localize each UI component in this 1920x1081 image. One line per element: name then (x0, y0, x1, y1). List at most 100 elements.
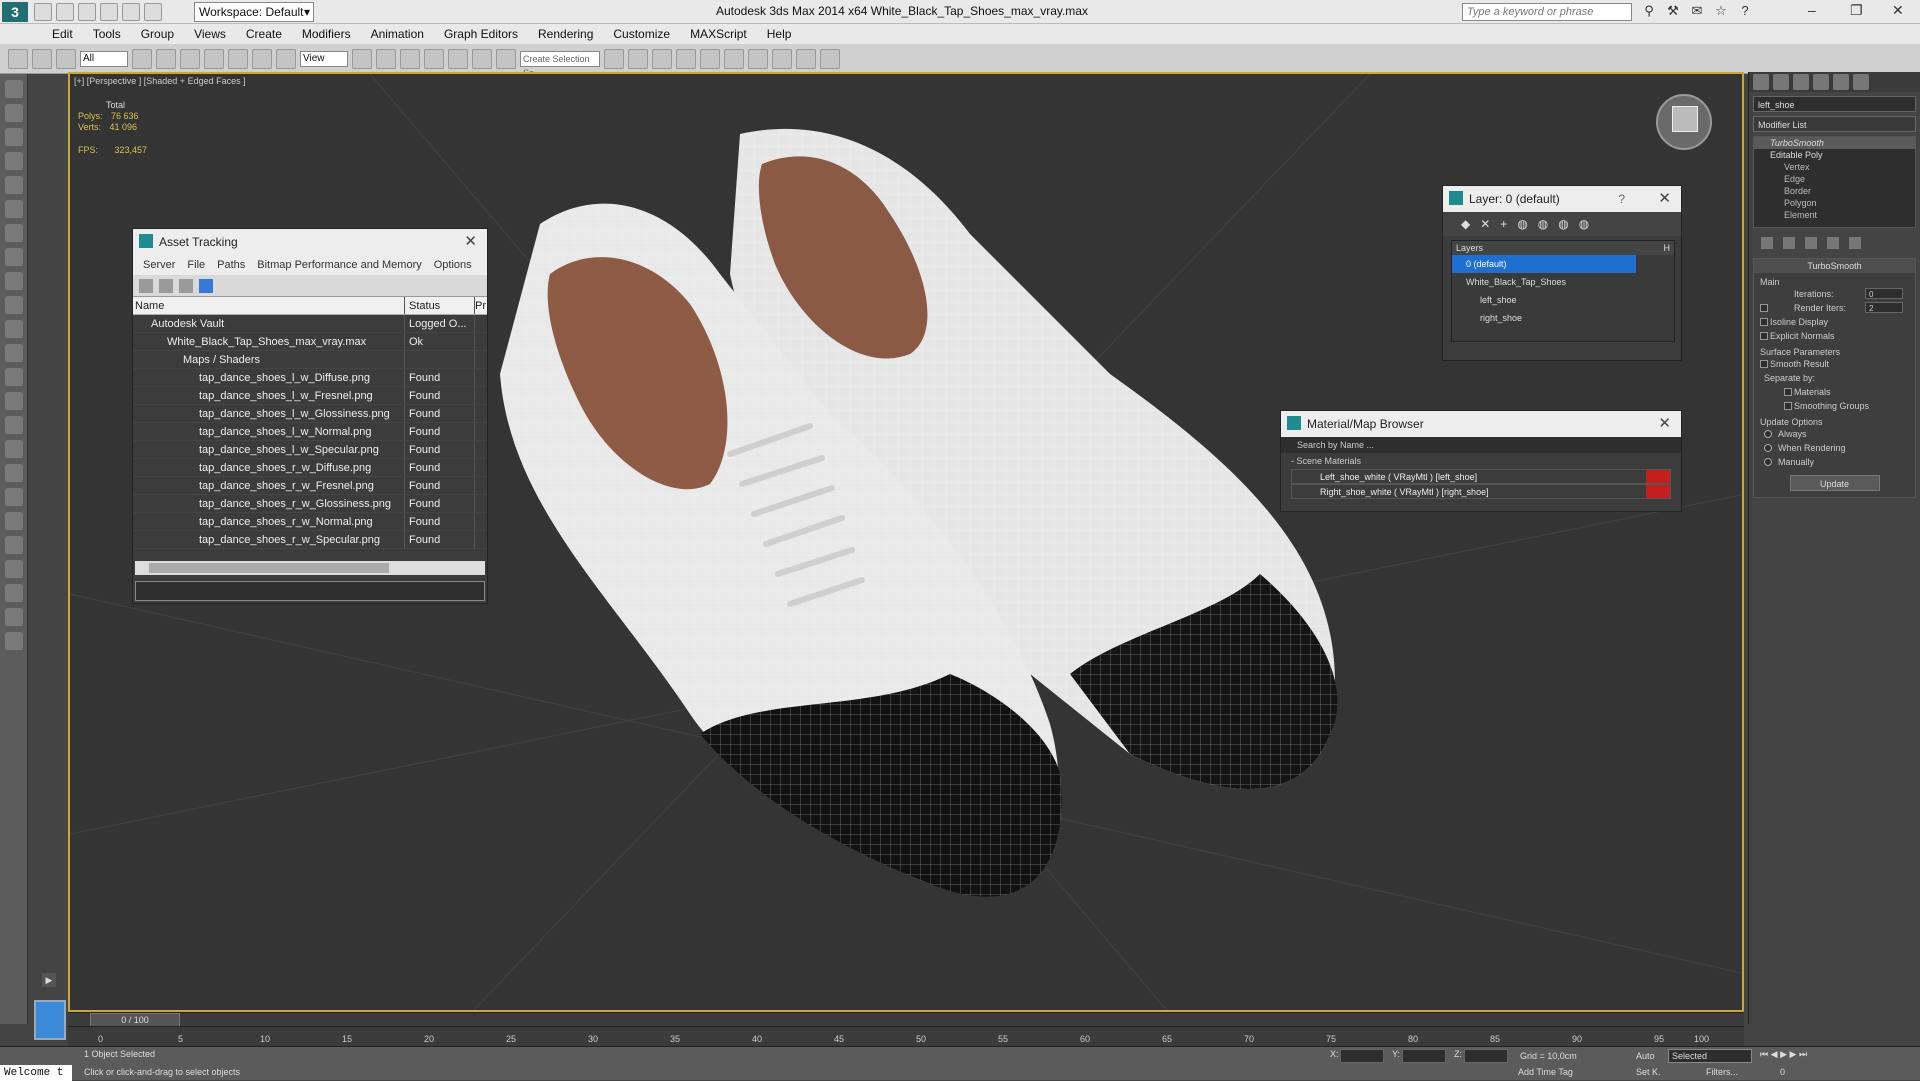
scene-materials-group[interactable]: - Scene Materials (1281, 453, 1681, 469)
helper-icon[interactable] (4, 200, 23, 218)
reference-coordinate-dropdown[interactable]: View (300, 50, 348, 67)
always-radio[interactable] (1764, 430, 1772, 438)
maxscript-listener[interactable]: Welcome t (0, 1065, 72, 1081)
menu-maxscript[interactable]: MAXScript (680, 24, 757, 44)
asset-tracking-close-icon[interactable]: ✕ (464, 229, 477, 255)
utilities-tab-icon[interactable] (1853, 74, 1869, 90)
table-row[interactable]: tap_dance_shoes_l_w_Diffuse.png Found (133, 369, 487, 387)
project-folder-icon[interactable] (144, 3, 162, 21)
bind-space-warp-icon[interactable] (56, 48, 76, 69)
table-row[interactable]: tap_dance_shoes_r_w_Fresnel.png Found (133, 477, 487, 495)
time-slider[interactable]: 0 / 100 (68, 1012, 1744, 1027)
teapot-icon[interactable] (4, 392, 23, 410)
materials-checkbox[interactable] (1784, 388, 1792, 396)
box-icon[interactable] (4, 272, 23, 290)
when-rendering-row[interactable]: When Rendering (1754, 441, 1915, 455)
menu-tools[interactable]: Tools (83, 24, 131, 44)
subscription-icon[interactable]: ⚒ (1664, 3, 1682, 21)
render-iters-checkbox[interactable] (1760, 304, 1768, 312)
undo-icon[interactable] (100, 3, 118, 21)
material-item[interactable]: Left_shoe_white ( VRayMtl ) [left_shoe] (1291, 469, 1671, 484)
move-icon[interactable] (228, 48, 248, 69)
modify-tab-icon[interactable] (1773, 74, 1789, 90)
at-menu-server[interactable]: Server (137, 255, 181, 275)
material-editor-icon[interactable] (748, 48, 768, 69)
object-name-field[interactable]: left_shoe (1753, 96, 1916, 112)
scale-icon[interactable] (276, 48, 296, 69)
table-row[interactable]: Maps / Shaders (133, 351, 487, 369)
favorites-icon[interactable]: ☆ (1712, 3, 1730, 21)
x-coordinate-field[interactable] (1340, 1049, 1384, 1063)
cylinder-icon[interactable] (4, 320, 23, 338)
align-icon[interactable] (628, 48, 648, 69)
manipulate-icon[interactable] (376, 48, 396, 69)
hide-all-icon[interactable]: ◍ (1558, 217, 1568, 231)
next-frame-icon[interactable]: ▶ (1790, 1049, 1797, 1059)
table-row[interactable]: Autodesk Vault Logged O... (133, 315, 487, 333)
table-row[interactable]: White_Black_Tap_Shoes_max_vray.max Ok (133, 333, 487, 351)
make-unique-icon[interactable] (1805, 237, 1817, 249)
modifier-icon[interactable] (4, 128, 23, 146)
unlink-icon[interactable] (32, 48, 52, 69)
select-in-layer-icon[interactable]: ◍ (1517, 217, 1527, 231)
help-icon[interactable]: ? (1736, 3, 1754, 21)
tree-icon[interactable] (4, 512, 23, 530)
globe-icon[interactable] (4, 488, 23, 506)
close-button[interactable]: ✕ (1892, 2, 1904, 19)
motion-tab-icon[interactable] (1813, 74, 1829, 90)
viewcube[interactable] (1656, 94, 1712, 150)
table-row[interactable]: tap_dance_shoes_r_w_Specular.png Found (133, 531, 487, 549)
isoline-row[interactable]: Isoline Display (1754, 315, 1915, 329)
mirror-icon[interactable] (604, 48, 624, 69)
table-row[interactable]: tap_dance_shoes_l_w_Normal.png Found (133, 423, 487, 441)
question-icon[interactable] (4, 632, 23, 650)
pivot-icon[interactable] (352, 48, 372, 69)
new-file-icon[interactable] (34, 3, 52, 21)
smoothing-groups-row[interactable]: Smoothing Groups (1754, 399, 1915, 413)
track-bar[interactable]: 0 5 10 15 20 25 30 35 40 45 50 55 60 65 … (68, 1026, 1744, 1046)
geometry-icon[interactable] (4, 248, 23, 266)
render-setup-icon[interactable] (772, 48, 792, 69)
selection-filter-dropdown[interactable]: All (80, 50, 128, 67)
isoline-checkbox[interactable] (1760, 318, 1768, 326)
stack-item[interactable]: Vertex (1754, 161, 1915, 173)
menu-modifiers[interactable]: Modifiers (292, 24, 361, 44)
hierarchy-icon[interactable] (4, 152, 23, 170)
explicit-normals-checkbox[interactable] (1760, 332, 1768, 340)
smooth-result-checkbox[interactable] (1760, 360, 1768, 368)
stack-item[interactable]: Element (1754, 209, 1915, 221)
minimize-button[interactable]: – (1808, 2, 1816, 18)
materials-row[interactable]: Materials (1754, 385, 1915, 399)
layer-manager-icon[interactable] (652, 48, 672, 69)
save-icon[interactable] (78, 3, 96, 21)
explorer-icon[interactable] (4, 104, 23, 122)
manually-row[interactable]: Manually (1754, 455, 1915, 469)
time-slider-thumb[interactable]: 0 / 100 (90, 1013, 180, 1027)
current-frame-field[interactable]: 0 (1780, 1067, 1785, 1077)
light-icon[interactable] (4, 176, 23, 194)
render-iters-spinner[interactable]: 2 (1865, 302, 1903, 313)
set-key-button[interactable]: Set K. (1636, 1067, 1661, 1077)
smoothing-groups-checkbox[interactable] (1784, 402, 1792, 410)
rendered-frame-window-icon[interactable] (796, 48, 816, 69)
remove-modifier-icon[interactable] (1827, 237, 1839, 249)
list-view-icon[interactable] (159, 278, 173, 293)
refresh-icon[interactable] (139, 278, 153, 293)
stack-item[interactable]: Editable Poly (1754, 149, 1915, 161)
goto-start-icon[interactable]: ⏮ (1760, 1049, 1768, 1059)
col-name[interactable]: Name (133, 297, 405, 314)
update-button[interactable]: Update (1789, 475, 1880, 491)
redo-icon[interactable] (122, 3, 140, 21)
when-rendering-radio[interactable] (1764, 444, 1772, 452)
material-browser-close-icon[interactable]: ✕ (1658, 411, 1671, 437)
schematic-view-icon[interactable] (724, 48, 744, 69)
bones-icon[interactable] (4, 536, 23, 554)
delete-layer-icon[interactable]: ✕ (1480, 217, 1490, 231)
binoculars-icon[interactable]: ⚲ (1640, 3, 1658, 21)
menu-group[interactable]: Group (131, 24, 184, 44)
mini-listener-icon[interactable] (34, 1000, 66, 1040)
col-status[interactable]: Status (405, 297, 475, 314)
rotate-icon[interactable] (252, 48, 272, 69)
display-tab-icon[interactable] (1833, 74, 1849, 90)
add-time-tag[interactable]: Add Time Tag (1518, 1067, 1573, 1077)
